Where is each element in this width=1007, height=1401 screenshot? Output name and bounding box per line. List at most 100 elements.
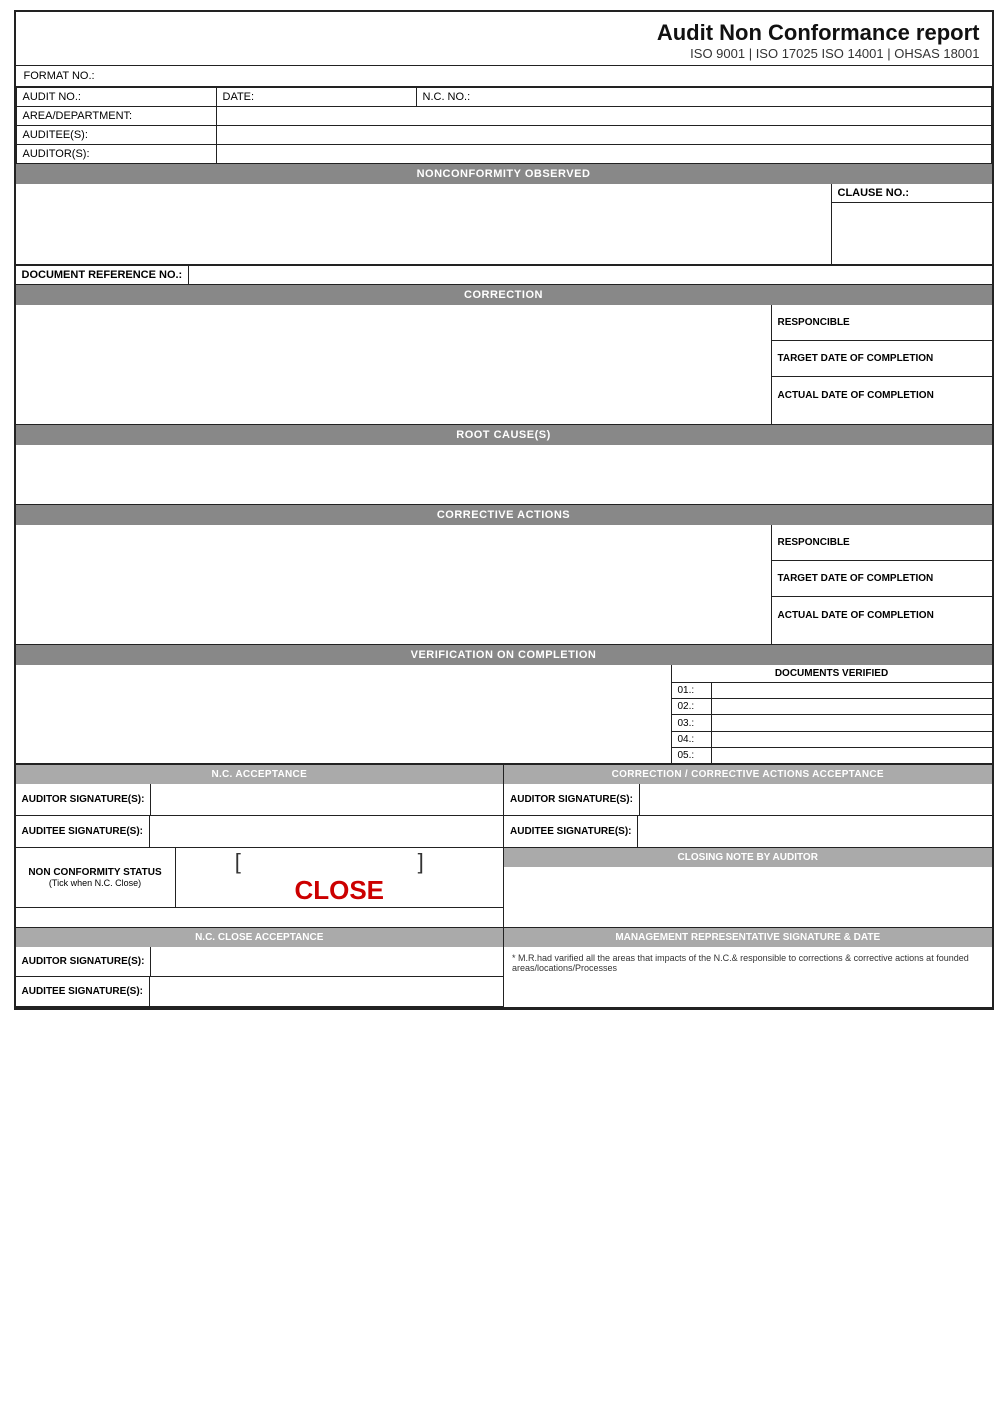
format-row: FORMAT NO.: [16,66,992,87]
doc-ref-value [189,266,991,284]
nc-close-section: N.C. CLOSE ACCEPTANCE AUDITOR SIGNATURE(… [16,928,992,1008]
nc-auditor-sig-label: AUDITOR SIGNATURE(S): [16,784,152,815]
table-row: AUDITOR(S): [16,145,991,164]
root-cause-body [16,445,992,505]
close-bracket: [ ] [235,849,444,875]
corrective-actions-section: CORRECTIVE ACTIONS RESPONCIBLE TARGET DA… [16,505,992,645]
root-cause-section: ROOT CAUSE(S) [16,425,992,505]
nc-close-auditor-label: AUDITOR SIGNATURE(S): [16,947,152,976]
target-date2-label: TARGET DATE OF COMPLETION [772,561,992,597]
auditees-value [216,126,991,145]
doc-val-2 [712,699,992,714]
root-cause-header: ROOT CAUSE(S) [16,425,992,445]
audit-no-label: AUDIT NO.: [16,88,216,107]
verification-header: VERIFICATION ON COMPLETION [16,645,992,665]
doc-row-3: 03.: [672,715,992,731]
verification-body: DOCUMENTS VERIFIED 01.: 02.: 03.: [16,665,992,765]
actual-date2-label: ACTUAL DATE OF COMPLETION [772,597,992,633]
corr-auditee-sig-row: AUDITEE SIGNATURE(S): [504,816,992,848]
doc-val-4 [712,732,992,747]
doc-num-5: 05.: [672,748,712,763]
nc-status-text: NON CONFORMITY STATUS [28,867,161,878]
correction-body: RESPONCIBLE TARGET DATE OF COMPLETION AC… [16,305,992,425]
page-title: Audit Non Conformance report [28,20,980,46]
corr-auditee-sig-value [638,816,991,847]
doc-num-3: 03.: [672,715,712,730]
nc-close-auditee-label: AUDITEE SIGNATURE(S): [16,977,150,1006]
nc-auditor-sig-value [151,784,503,815]
area-dept-value [216,107,991,126]
corr-auditor-sig-row: AUDITOR SIGNATURE(S): [504,784,992,816]
clause-box: CLAUSE NO.: [832,184,992,264]
format-label: FORMAT NO.: [24,70,95,82]
nc-auditee-sig-value [150,816,503,847]
auditors-label: AUDITOR(S): [16,145,216,164]
bottom-section: N.C. ACCEPTANCE AUDITOR SIGNATURE(S): AU… [16,765,992,928]
table-row: AREA/DEPARTMENT: [16,107,991,126]
nonconformity-main [16,184,832,264]
verification-main [16,665,672,763]
doc-num-4: 04.: [672,732,712,747]
corrective-acceptance: CORRECTION / CORRECTIVE ACTIONS ACCEPTAN… [504,765,992,927]
nc-status-sub: (Tick when N.C. Close) [49,878,141,888]
correction-header: CORRECTION [16,285,992,305]
mgmt-rep-header: MANAGEMENT REPRESENTATIVE SIGNATURE & DA… [504,928,992,947]
nc-acceptance: N.C. ACCEPTANCE AUDITOR SIGNATURE(S): AU… [16,765,505,927]
doc-row-5: 05.: [672,748,992,763]
doc-row-4: 04.: [672,732,992,748]
doc-val-3 [712,715,992,730]
docs-verified-header: DOCUMENTS VERIFIED [672,665,992,683]
header: Audit Non Conformance report ISO 9001 | … [16,12,992,66]
mgmt-note: * M.R.had varified all the areas that im… [504,947,992,979]
nc-auditee-sig-row: AUDITEE SIGNATURE(S): [16,816,504,848]
verification-section: VERIFICATION ON COMPLETION DOCUMENTS VER… [16,645,992,765]
nc-close-auditor-value [151,947,503,976]
target-date1-label: TARGET DATE OF COMPLETION [772,341,992,377]
doc-num-1: 01.: [672,683,712,698]
nc-close-auditee-value [150,977,503,1006]
corrective-actions-header: CORRECTIVE ACTIONS [16,505,992,525]
corrective-right: RESPONCIBLE TARGET DATE OF COMPLETION AC… [772,525,992,644]
corrective-body: RESPONCIBLE TARGET DATE OF COMPLETION AC… [16,525,992,645]
nonconformity-body: CLAUSE NO.: [16,184,992,264]
doc-val-1 [712,683,992,698]
nonconformity-header: NONCONFORMITY OBSERVED [16,164,992,184]
nc-auditee-sig-label: AUDITEE SIGNATURE(S): [16,816,150,847]
doc-ref-row: DOCUMENT REFERENCE NO.: [16,265,992,285]
correction-main [16,305,772,424]
nc-auditor-sig-row: AUDITOR SIGNATURE(S): [16,784,504,816]
close-text: CLOSE [294,875,384,906]
nc-status-label: NON CONFORMITY STATUS (Tick when N.C. Cl… [16,848,176,907]
doc-row-1: 01.: [672,683,992,699]
doc-val-5 [712,748,992,763]
nc-no-label: N.C. NO.: [416,88,991,107]
doc-row-2: 02.: [672,699,992,715]
auditors-value [216,145,991,164]
responsible1-label: RESPONCIBLE [772,305,992,341]
doc-ref-label: DOCUMENT REFERENCE NO.: [16,266,190,284]
date-label: DATE: [216,88,416,107]
correction-section: CORRECTION RESPONCIBLE TARGET DATE OF CO… [16,285,992,425]
closing-note-header: CLOSING NOTE BY AUDITOR [504,848,992,867]
corrective-acceptance-header: CORRECTION / CORRECTIVE ACTIONS ACCEPTAN… [504,765,992,784]
area-dept-label: AREA/DEPARTMENT: [16,107,216,126]
nc-close-auditee-row: AUDITEE SIGNATURE(S): [16,977,504,1007]
nc-close-header: N.C. CLOSE ACCEPTANCE [16,928,504,947]
nc-close-auditor-row: AUDITOR SIGNATURE(S): [16,947,504,977]
docs-verified-rows: 01.: 02.: 03.: 04.: [672,683,992,763]
page-subtitle: ISO 9001 | ISO 17025 ISO 14001 | OHSAS 1… [28,46,980,61]
nc-close-left: N.C. CLOSE ACCEPTANCE AUDITOR SIGNATURE(… [16,928,505,1007]
page-container: Audit Non Conformance report ISO 9001 | … [14,10,994,1010]
responsible2-label: RESPONCIBLE [772,525,992,561]
corr-auditor-sig-value [640,784,992,815]
corr-auditor-sig-label: AUDITOR SIGNATURE(S): [504,784,640,815]
nc-status-value: [ ] CLOSE [176,848,504,907]
clause-no-value [832,203,992,264]
doc-num-2: 02.: [672,699,712,714]
closing-note-body [504,867,992,927]
corrective-main [16,525,772,644]
correction-right: RESPONCIBLE TARGET DATE OF COMPLETION AC… [772,305,992,424]
closing-note-section: CLOSING NOTE BY AUDITOR [504,848,992,927]
auditees-label: AUDITEE(S): [16,126,216,145]
actual-date1-label: ACTUAL DATE OF COMPLETION [772,377,992,413]
